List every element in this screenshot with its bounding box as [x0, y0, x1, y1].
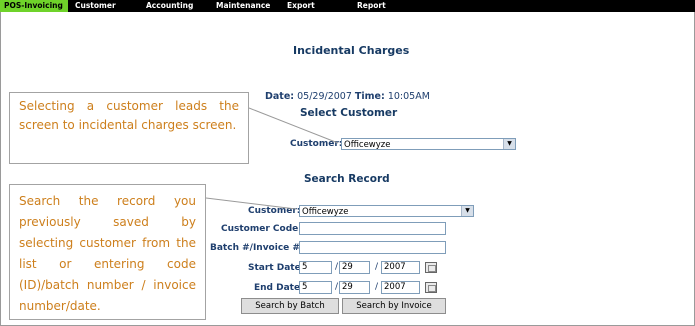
- select-customer-callout: Selecting a customer leads the screen to…: [9, 92, 249, 164]
- search-record-callout: Search the record you previously saved b…: [9, 184, 206, 320]
- search-record-callout-text: Search the record you previously saved b…: [19, 194, 196, 313]
- select-customer-callout-text: Selecting a customer leads the screen to…: [19, 99, 239, 132]
